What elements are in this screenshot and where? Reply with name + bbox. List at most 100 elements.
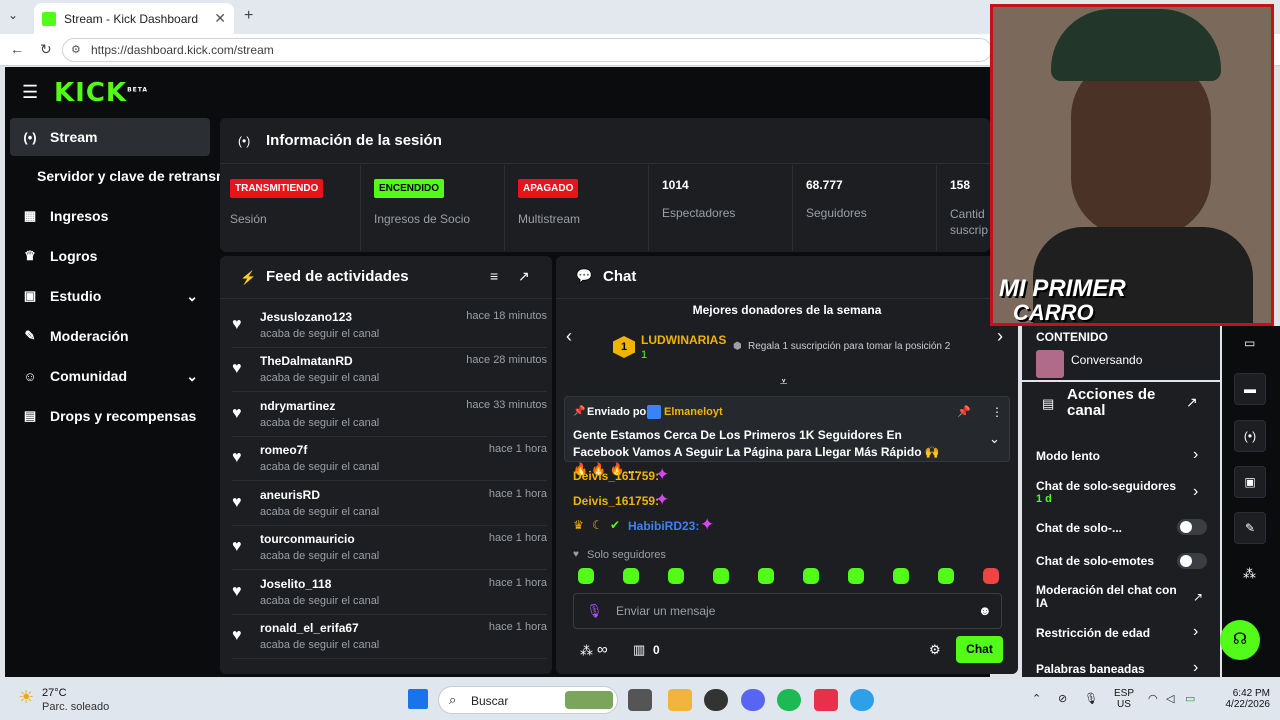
points-icon[interactable]: ⁂ (1243, 566, 1256, 582)
chevron-left-icon[interactable]: ‹ (566, 326, 572, 347)
site-info-icon[interactable]: ⚙ (71, 43, 81, 56)
language-indicator[interactable]: ESP US (1114, 688, 1134, 710)
more-icon[interactable]: ⋮ (991, 405, 1003, 419)
emote-icon[interactable] (938, 568, 954, 584)
follower-name[interactable]: aneurisRD (260, 488, 320, 502)
pinned-username[interactable]: Elmaneloyt (664, 406, 723, 418)
emote-icon[interactable] (668, 568, 684, 584)
chat-toggle-icon[interactable]: ▬ (1234, 373, 1266, 405)
microphone-icon[interactable]: 🎙 (586, 603, 603, 619)
collapse-icon[interactable]: ⩡ (780, 374, 787, 390)
discord-icon[interactable] (741, 689, 765, 711)
chevron-right-icon[interactable]: › (1193, 446, 1198, 464)
store-icon[interactable]: ▥ (633, 642, 645, 658)
follower-name[interactable]: tourconmauricio (260, 532, 355, 546)
streamer-face (1071, 57, 1211, 237)
file-explorer-icon[interactable] (668, 689, 692, 711)
chat-username[interactable]: HabibiRD23: (628, 519, 699, 533)
follower-name[interactable]: Jesuslozano123 (260, 310, 352, 324)
sidebar-item-logros[interactable]: ♛ Logros (10, 237, 210, 275)
tray-chevron-icon[interactable]: ⌃ (1032, 692, 1041, 705)
app-icon[interactable] (814, 689, 838, 711)
heart-icon: ♥ (232, 494, 242, 511)
tab-list-icon[interactable]: ⌄ (8, 8, 18, 22)
emote-icon[interactable] (803, 568, 819, 584)
activity-text: acaba de seguir el canal (260, 506, 380, 518)
edge-icon[interactable] (850, 689, 874, 711)
chevron-right-icon[interactable]: › (1193, 623, 1198, 641)
sidebar-item-estudio[interactable]: ▣ Estudio ⌄ (10, 277, 210, 315)
emote-icon[interactable] (713, 568, 729, 584)
follower-name[interactable]: ronald_el_erifa67 (260, 621, 359, 635)
ai-moderation-label[interactable]: Moderación del chat con IA (1036, 584, 1186, 610)
notes-icon[interactable]: ▭ (1244, 336, 1255, 350)
chat-username[interactable]: Deivis_161759: (573, 469, 659, 483)
unpin-icon[interactable]: 📌 (957, 405, 971, 418)
new-tab-button[interactable]: + (244, 7, 253, 25)
layout-icon[interactable]: ▣ (1234, 466, 1266, 498)
emote-icon[interactable] (848, 568, 864, 584)
sidebar-item-stream[interactable]: (•) Stream (10, 118, 210, 156)
broadcast-toggle-icon[interactable]: (•) (1234, 420, 1266, 452)
follower-name[interactable]: romeo7f (260, 443, 307, 457)
browser-tab[interactable]: Stream - Kick Dashboard ✕ (34, 3, 234, 34)
back-icon[interactable]: ← (10, 41, 24, 57)
weather-temp[interactable]: 27°C (42, 687, 67, 699)
emote-icon[interactable] (893, 568, 909, 584)
follower-name[interactable]: ndrymartinez (260, 399, 335, 413)
windows-start-icon[interactable] (408, 689, 428, 709)
points-icon[interactable]: ⁂ (580, 643, 593, 659)
chevron-right-icon[interactable]: › (997, 326, 1003, 347)
reload-icon[interactable]: ↻ (40, 41, 52, 58)
wifi-icon[interactable]: ◠ (1148, 692, 1158, 705)
emote-icon[interactable] (983, 568, 999, 584)
follower-name[interactable]: TheDalmatanRD (260, 354, 353, 368)
emote-icon[interactable] (623, 568, 639, 584)
taskbar-search[interactable]: ⌕ Buscar (438, 686, 618, 714)
weather-icon[interactable]: ☀ (18, 687, 34, 708)
emoji-icon[interactable]: ☻ (978, 603, 992, 618)
slow-mode-label[interactable]: Modo lento (1036, 449, 1100, 463)
age-restriction-label[interactable]: Restricción de edad (1036, 626, 1150, 640)
close-tab-icon[interactable]: ✕ (214, 10, 226, 27)
sidebar-item-ingresos[interactable]: ▦ Ingresos (10, 197, 210, 235)
spotify-icon[interactable] (777, 689, 801, 711)
support-button[interactable]: ☊ (1220, 620, 1260, 660)
settings-gear-icon[interactable]: ⚙ (929, 642, 941, 658)
popout-icon[interactable]: ↗ (518, 268, 530, 285)
send-chat-button[interactable]: Chat (956, 636, 1003, 663)
sidebar-item-drops[interactable]: ▤ Drops y recompensas (10, 397, 210, 435)
emotes-only-toggle[interactable] (1177, 553, 1207, 569)
chevron-right-icon[interactable]: › (1193, 659, 1198, 677)
clock[interactable]: 6:42 PM 4/22/2026 (1218, 688, 1271, 710)
emote-icon[interactable] (578, 568, 594, 584)
subs-only-toggle[interactable] (1177, 519, 1207, 535)
kick-logo[interactable]: KICKBETA (54, 78, 148, 108)
external-link-icon[interactable]: ↗ (1193, 590, 1203, 604)
message-input[interactable]: 🎙 Enviar un mensaje ☻ (573, 593, 1002, 629)
category-name[interactable]: Conversando (1071, 353, 1142, 367)
url-field[interactable]: ⚙ https://dashboard.kick.com/stream (62, 38, 992, 62)
sidebar-item-moderacion[interactable]: ✎ Moderación (10, 317, 210, 355)
tray-network-off-icon[interactable]: ⊘ (1058, 692, 1067, 705)
task-view-icon[interactable] (628, 689, 652, 711)
popout-icon[interactable]: ↗ (1186, 394, 1198, 411)
emote-icon[interactable] (758, 568, 774, 584)
volume-icon[interactable]: ◁ (1166, 692, 1174, 705)
chevron-down-icon[interactable]: ⌄ (989, 431, 1000, 447)
battery-icon[interactable]: ▭ (1185, 692, 1195, 705)
menu-icon[interactable]: ☰ (22, 82, 38, 103)
wrench-icon[interactable]: ✎ (1234, 512, 1266, 544)
obs-icon[interactable] (704, 689, 728, 711)
weather-desc: Parc. soleado (42, 701, 110, 713)
chevron-right-icon[interactable]: › (1193, 483, 1198, 501)
sidebar-item-comunidad[interactable]: ☺ Comunidad ⌄ (10, 357, 210, 395)
sidebar-item-server-key[interactable]: Servidor y clave de retransm (10, 157, 220, 195)
microphone-icon[interactable]: 🎙 (1084, 692, 1098, 705)
chat-username[interactable]: Deivis_161759: (573, 494, 659, 508)
follower-name[interactable]: Joselito_118 (260, 577, 331, 591)
followers-only-label[interactable]: Chat de solo-seguidores (1036, 479, 1186, 493)
donor-name[interactable]: LUDWINARIAS (641, 333, 726, 347)
banned-words-label[interactable]: Palabras baneadas (1036, 662, 1145, 676)
filter-icon[interactable]: ≡ (490, 268, 498, 284)
